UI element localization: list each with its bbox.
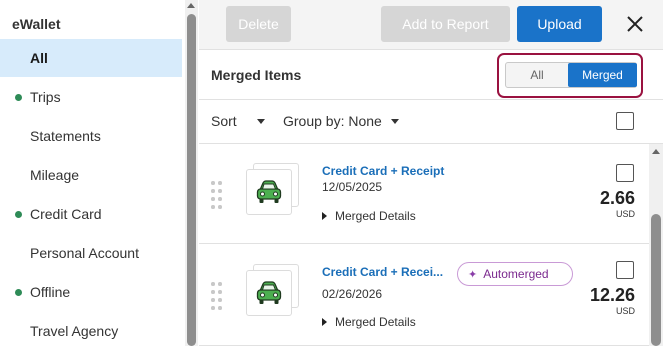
sidebar-item-label: Personal Account xyxy=(30,245,139,261)
sidebar-item-label: Trips xyxy=(30,89,61,105)
list-item[interactable]: Credit Card + Receipt 12/05/2025 Merged … xyxy=(199,145,649,244)
sidebar-item-trips[interactable]: Trips xyxy=(0,78,182,116)
merged-details-label: Merged Details xyxy=(335,209,416,223)
sidebar-item-offline[interactable]: Offline xyxy=(0,273,182,311)
item-date: 02/26/2026 xyxy=(322,287,383,301)
group-by-dropdown[interactable]: Group by: None xyxy=(283,113,382,129)
automerged-badge: ✦ Automerged xyxy=(457,262,573,286)
caret-right-icon xyxy=(322,318,327,326)
item-checkbox[interactable] xyxy=(616,164,634,182)
car-icon[interactable] xyxy=(246,270,292,316)
item-checkbox[interactable] xyxy=(616,261,634,279)
item-currency: USD xyxy=(615,209,635,219)
list-item[interactable]: Credit Card + Recei... ✦ Automerged 02/2… xyxy=(199,245,649,346)
content-scrollbar[interactable] xyxy=(649,144,663,346)
sidebar-item-label: Offline xyxy=(30,284,71,300)
view-toggle: All Merged xyxy=(505,62,637,88)
sort-dropdown[interactable]: Sort xyxy=(211,113,237,129)
sidebar-scrollbar[interactable] xyxy=(185,0,198,346)
toggle-all-button[interactable]: All xyxy=(506,63,568,87)
sidebar-item-personal-account[interactable]: Personal Account xyxy=(0,234,182,272)
sidebar-item-mileage[interactable]: Mileage xyxy=(0,156,182,194)
item-amount: 12.26 xyxy=(589,285,635,305)
ewallet-sidebar: eWallet All Trips Statements Mileage Cre… xyxy=(0,0,198,346)
select-all-checkbox[interactable] xyxy=(616,112,634,130)
item-amount: 2.66 xyxy=(599,188,635,208)
sidebar-item-label: All xyxy=(30,50,48,66)
item-date: 12/05/2025 xyxy=(322,180,383,194)
merged-items-header: Merged Items All Merged xyxy=(199,50,663,100)
action-toolbar: Delete Add to Report Upload xyxy=(199,0,663,50)
sidebar-item-label: Mileage xyxy=(30,167,80,183)
add-to-report-button[interactable]: Add to Report xyxy=(381,6,510,42)
caret-right-icon xyxy=(322,212,327,220)
status-dot-icon xyxy=(15,211,22,218)
sidebar-title: eWallet xyxy=(12,16,61,32)
sort-row: Sort Group by: None xyxy=(199,100,663,144)
drag-handle-icon[interactable] xyxy=(211,282,223,310)
sidebar-item-label: Credit Card xyxy=(30,206,102,222)
merged-details-toggle[interactable]: Merged Details xyxy=(322,209,416,223)
chevron-down-icon[interactable] xyxy=(257,119,265,124)
status-dot-icon xyxy=(15,94,22,101)
badge-label: Automerged xyxy=(483,267,549,281)
scroll-up-arrow-icon[interactable] xyxy=(187,3,195,8)
upload-button[interactable]: Upload xyxy=(517,6,602,42)
sidebar-item-label: Statements xyxy=(30,128,101,144)
merged-details-toggle[interactable]: Merged Details xyxy=(322,315,416,329)
chevron-down-icon[interactable] xyxy=(391,119,399,124)
close-icon[interactable] xyxy=(624,13,646,35)
scroll-up-arrow-icon[interactable] xyxy=(652,149,660,154)
delete-button[interactable]: Delete xyxy=(226,6,291,42)
sparkle-icon: ✦ xyxy=(468,268,478,281)
item-title-link[interactable]: Credit Card + Recei... xyxy=(322,265,443,279)
sidebar-item-credit-card[interactable]: Credit Card xyxy=(0,195,182,233)
sidebar-item-travel-agency[interactable]: Travel Agency xyxy=(0,312,182,346)
car-icon[interactable] xyxy=(246,169,292,215)
item-title-link[interactable]: Credit Card + Receipt xyxy=(322,164,444,178)
status-dot-icon xyxy=(15,289,22,296)
sidebar-item-all[interactable]: All xyxy=(0,39,182,77)
toggle-merged-button[interactable]: Merged xyxy=(568,63,637,87)
drag-handle-icon[interactable] xyxy=(211,181,223,209)
section-title: Merged Items xyxy=(211,67,302,83)
content-scrollbar-thumb[interactable] xyxy=(651,214,661,346)
sidebar-scrollbar-thumb[interactable] xyxy=(187,14,196,346)
sidebar-item-label: Travel Agency xyxy=(30,323,119,339)
merged-details-label: Merged Details xyxy=(335,315,416,329)
sidebar-item-statements[interactable]: Statements xyxy=(0,117,182,155)
item-currency: USD xyxy=(615,306,635,316)
